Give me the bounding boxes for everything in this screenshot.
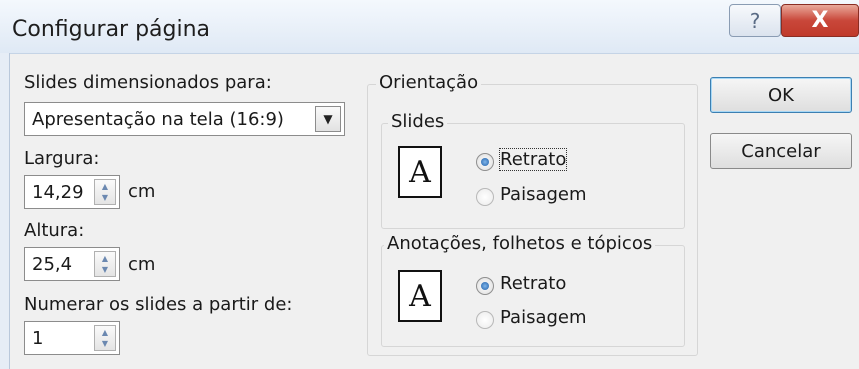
slide-size-value: Apresentação na tela (16:9): [32, 109, 284, 130]
slides-landscape-label[interactable]: Paisagem: [500, 184, 587, 205]
spin-up-icon[interactable]: ▲: [102, 327, 108, 338]
height-label: Altura:: [24, 220, 85, 241]
width-label: Largura:: [24, 148, 100, 169]
height-stepper[interactable]: 25,4 ▲ ▼: [24, 247, 120, 281]
notes-portrait-label[interactable]: Retrato: [500, 273, 566, 294]
slides-portrait-radio[interactable]: [476, 153, 494, 171]
start-number-spin-arrows[interactable]: ▲ ▼: [94, 325, 116, 351]
spin-up-icon[interactable]: ▲: [102, 181, 108, 192]
width-stepper[interactable]: 14,29 ▲ ▼: [24, 175, 120, 209]
spin-up-icon[interactable]: ▲: [102, 253, 108, 264]
width-unit: cm: [128, 181, 156, 202]
chevron-down-icon[interactable]: ▼: [315, 106, 341, 132]
slides-orientation-label: Slides: [388, 111, 448, 132]
notes-orientation-label: Anotações, folhetos e tópicos: [384, 233, 656, 254]
height-unit: cm: [128, 254, 156, 275]
close-button[interactable]: X: [781, 4, 859, 37]
spin-down-icon[interactable]: ▼: [102, 338, 108, 349]
notes-portrait-radio[interactable]: [476, 277, 494, 295]
start-number-value[interactable]: 1: [32, 328, 43, 349]
slides-landscape-radio[interactable]: [476, 188, 494, 206]
window-frame-left: [0, 53, 10, 369]
width-value[interactable]: 14,29: [32, 182, 84, 203]
dialog-title: Configurar página: [12, 17, 211, 42]
help-button[interactable]: ?: [729, 4, 781, 37]
close-icon: X: [811, 8, 829, 33]
page-setup-dialog: Configurar página ? X Slides dimensionad…: [0, 0, 859, 369]
title-bar: Configurar página ? X: [0, 0, 859, 54]
cancel-button[interactable]: Cancelar: [710, 133, 852, 169]
help-icon: ?: [749, 8, 761, 33]
height-value[interactable]: 25,4: [32, 254, 72, 275]
numbering-label: Numerar os slides a partir de:: [24, 294, 293, 315]
portrait-page-icon: A: [398, 270, 442, 322]
orientation-label: Orientação: [376, 72, 482, 93]
height-spin-arrows[interactable]: ▲ ▼: [94, 251, 116, 277]
ok-button[interactable]: OK: [710, 77, 852, 113]
start-number-stepper[interactable]: 1 ▲ ▼: [24, 321, 120, 355]
slide-size-select[interactable]: Apresentação na tela (16:9) ▼: [24, 102, 345, 136]
width-spin-arrows[interactable]: ▲ ▼: [94, 179, 116, 205]
portrait-page-icon: A: [398, 146, 442, 198]
slide-size-label: Slides dimensionados para:: [24, 72, 272, 93]
notes-landscape-radio[interactable]: [476, 311, 494, 329]
spin-down-icon[interactable]: ▼: [102, 264, 108, 275]
spin-down-icon[interactable]: ▼: [102, 192, 108, 203]
slides-portrait-label[interactable]: Retrato: [498, 148, 568, 171]
notes-landscape-label[interactable]: Paisagem: [500, 307, 587, 328]
